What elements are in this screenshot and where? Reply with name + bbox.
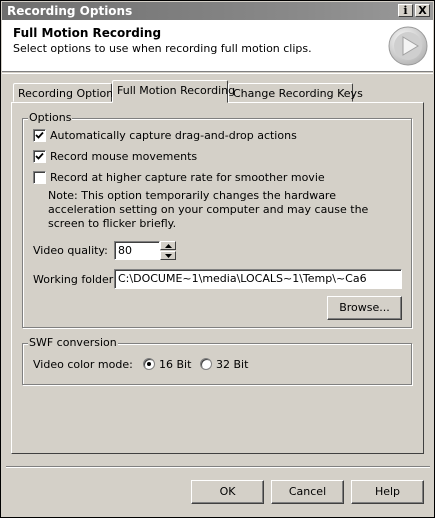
arrow-down-icon xyxy=(165,254,172,258)
help-title-button[interactable]: i xyxy=(398,4,413,17)
video-color-mode-label: Video color mode: xyxy=(33,358,133,371)
header-panel: Full Motion Recording Select options to … xyxy=(2,20,433,72)
options-legend: Options xyxy=(28,111,73,124)
checkbox-label[interactable]: Record at higher capture rate for smooth… xyxy=(50,171,325,184)
radio-32-bit[interactable] xyxy=(200,358,212,370)
checkbox-record-mouse[interactable] xyxy=(33,150,46,163)
checkmark-icon xyxy=(35,152,44,160)
tab-label: Full Motion Recording xyxy=(117,84,236,97)
close-icon: X xyxy=(418,4,427,17)
header-title: Full Motion Recording xyxy=(13,26,162,40)
browse-button[interactable]: Browse... xyxy=(327,296,402,320)
title-bar[interactable]: Recording Options i X xyxy=(2,2,433,20)
checkbox-capture-drag-drop[interactable] xyxy=(33,129,46,142)
cancel-button[interactable]: Cancel xyxy=(271,480,344,504)
ok-button[interactable]: OK xyxy=(191,480,264,504)
hardware-note: Note: This option temporarily changes th… xyxy=(48,189,369,230)
info-icon: i xyxy=(403,4,408,17)
working-folder-input[interactable]: C:\DOCUME~1\media\LOCALS~1\Temp\~Ca6 xyxy=(114,269,402,289)
close-button[interactable]: X xyxy=(415,4,430,17)
working-folder-label: Working folder: xyxy=(33,273,117,286)
spin-up-button[interactable] xyxy=(160,241,176,250)
swf-legend: SWF conversion xyxy=(28,336,118,349)
tab-change-recording-keys[interactable]: Change Recording Keys xyxy=(228,83,363,102)
help-button[interactable]: Help xyxy=(351,480,424,504)
spin-down-button[interactable] xyxy=(160,251,176,260)
checkbox-label[interactable]: Automatically capture drag-and-drop acti… xyxy=(50,129,297,142)
radio-selected-dot xyxy=(147,362,151,366)
arrow-up-icon xyxy=(165,244,172,248)
tab-label: Change Recording Keys xyxy=(233,87,363,100)
footer-divider-highlight xyxy=(6,467,430,468)
checkbox-higher-capture-rate[interactable] xyxy=(33,171,46,184)
tab-label: Recording Options xyxy=(18,87,119,100)
radio-label-16-bit[interactable]: 16 Bit xyxy=(159,358,191,371)
recording-options-dialog: Recording Options i X Full Motion Record… xyxy=(0,0,435,518)
header-subtitle: Select options to use when recording ful… xyxy=(13,42,312,55)
video-quality-label: Video quality: xyxy=(33,244,108,257)
checkmark-icon xyxy=(35,131,44,139)
tab-recording-options[interactable]: Recording Options xyxy=(13,83,119,102)
window-title: Recording Options xyxy=(7,4,133,18)
tab-full-motion-recording[interactable]: Full Motion Recording xyxy=(112,80,235,103)
video-quality-input[interactable]: 80 xyxy=(114,241,160,260)
checkbox-label[interactable]: Record mouse movements xyxy=(50,150,197,163)
play-circle-icon xyxy=(388,26,428,66)
radio-16-bit[interactable] xyxy=(143,358,155,370)
header-divider xyxy=(2,73,433,74)
radio-label-32-bit[interactable]: 32 Bit xyxy=(216,358,248,371)
